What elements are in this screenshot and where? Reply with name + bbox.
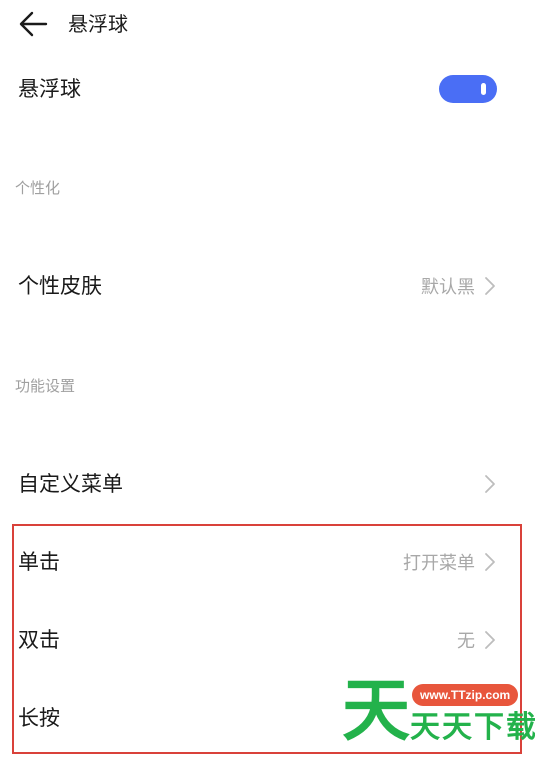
watermark-big-char: 天 — [342, 672, 411, 751]
chevron-right-icon — [485, 277, 495, 295]
chevron-right-icon — [485, 475, 495, 493]
chevron-right-icon — [485, 553, 495, 571]
skin-right: 默认黑 — [421, 258, 497, 314]
custom-menu-label: 自定义菜单 — [18, 472, 123, 496]
section-title-functions: 功能设置 — [15, 377, 76, 395]
arrow-left-icon[interactable] — [18, 10, 50, 38]
floating-ball-toggle[interactable] — [439, 75, 497, 103]
single-tap-row[interactable]: 单击 打开菜单 — [0, 534, 535, 590]
section-title-personalization: 个性化 — [15, 179, 61, 197]
custom-menu-right — [483, 456, 497, 512]
watermark-url: www.TTzip.com — [412, 684, 519, 706]
single-tap-value: 打开菜单 — [403, 553, 475, 574]
double-tap-label: 双击 — [18, 628, 60, 652]
toggle-knob — [481, 83, 486, 95]
long-press-label: 长按 — [18, 706, 60, 730]
single-tap-label: 单击 — [18, 550, 60, 574]
skin-label: 个性皮肤 — [18, 274, 102, 298]
header: 悬浮球 — [0, 0, 535, 50]
chevron-right-icon — [485, 631, 495, 649]
floating-ball-label: 悬浮球 — [18, 77, 81, 101]
page-title: 悬浮球 — [68, 12, 128, 36]
custom-menu-row[interactable]: 自定义菜单 — [0, 456, 535, 512]
watermark-text: 天天下载 — [410, 710, 535, 745]
double-tap-value: 无 — [457, 631, 475, 652]
skin-value: 默认黑 — [421, 277, 475, 298]
skin-row[interactable]: 个性皮肤 默认黑 — [0, 258, 535, 314]
watermark-logo: 天 www.TTzip.com 天天下载 — [340, 672, 535, 751]
double-tap-row[interactable]: 双击 无 — [0, 612, 535, 668]
double-tap-right: 无 — [457, 612, 497, 668]
single-tap-right: 打开菜单 — [403, 534, 497, 590]
